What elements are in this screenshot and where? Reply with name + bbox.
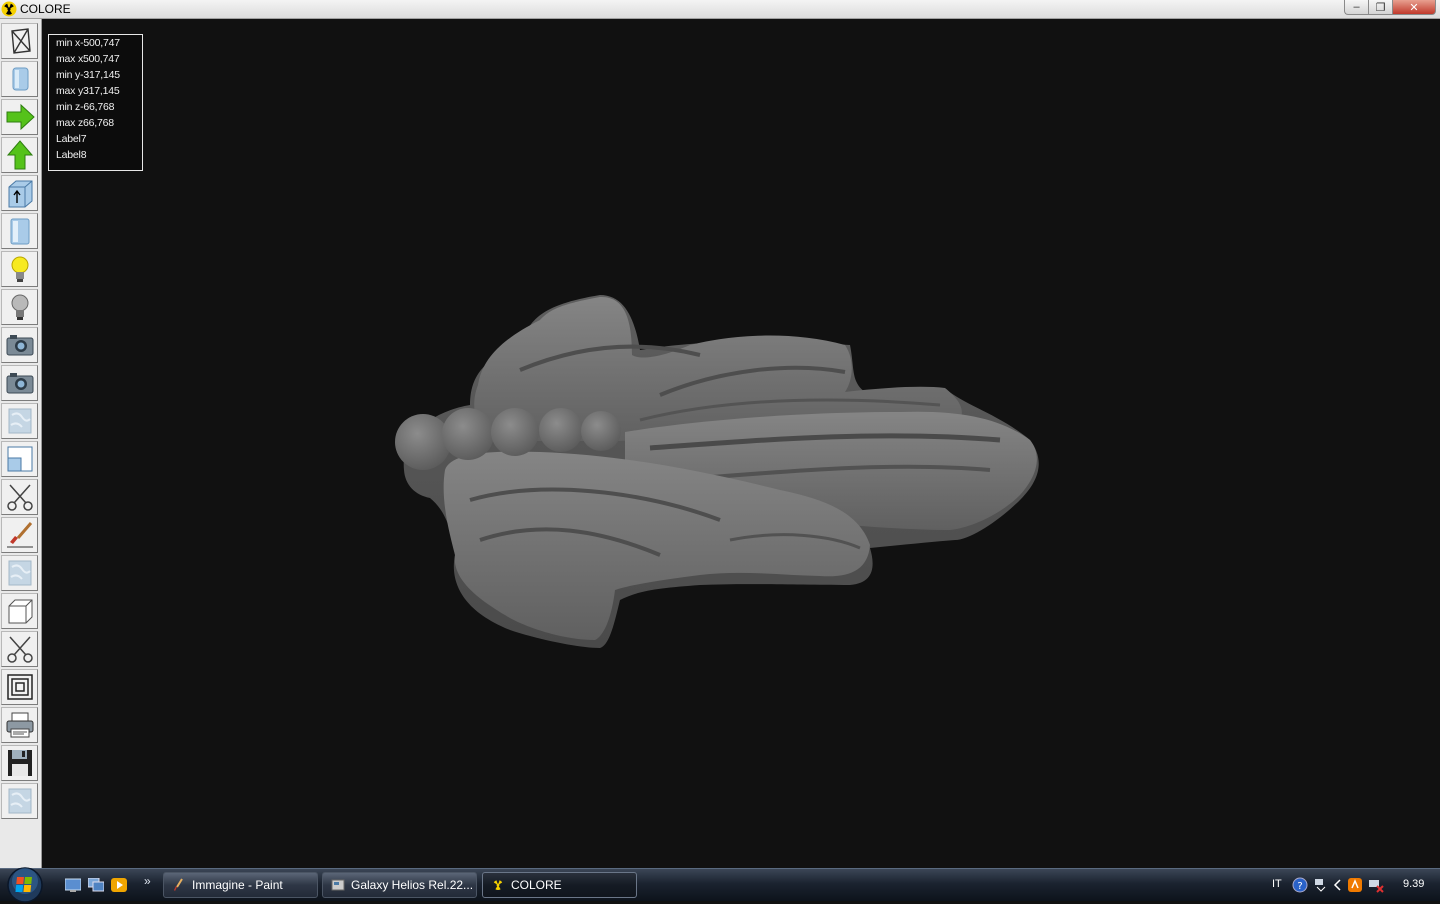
galaxy-icon [331, 879, 345, 891]
extrude-button[interactable] [1, 175, 38, 211]
task-label: Immagine - Paint [192, 878, 283, 892]
window-view-icon [7, 446, 32, 472]
scissors-icon [6, 636, 33, 663]
radiation-icon [1, 1, 17, 17]
min-y-label: min y-317,145 [56, 69, 120, 81]
task-paint[interactable]: Immagine - Paint [163, 872, 318, 898]
network-disconnected-icon[interactable] [1368, 877, 1384, 893]
min-z-label: min z-66,768 [56, 101, 115, 113]
move-right-button[interactable] [1, 99, 38, 135]
green-arrow-up-icon [6, 140, 33, 170]
camera-button[interactable] [1, 327, 38, 363]
camera-button-2[interactable] [1, 365, 38, 401]
label8: Label8 [56, 149, 87, 161]
light-on-button[interactable] [1, 251, 38, 287]
window-title: COLORE [20, 2, 71, 16]
lightbulb-off-icon [11, 294, 28, 320]
paintbrush-icon [6, 522, 33, 548]
radiation-icon [493, 880, 503, 890]
svg-text:?: ? [1297, 881, 1302, 892]
max-y-label: max y317,145 [56, 85, 120, 97]
label7: Label7 [56, 133, 87, 145]
lightbulb-on-icon [11, 256, 28, 282]
paint-icon [174, 878, 183, 891]
cut-button-2[interactable] [1, 631, 38, 667]
printer-icon [6, 712, 33, 738]
texture-button-2[interactable] [1, 555, 38, 591]
left-toolbar [0, 19, 42, 868]
network-icon[interactable] [1313, 877, 1329, 893]
minimize-button[interactable]: ‒ [1344, 0, 1368, 15]
box-button[interactable] [1, 593, 38, 629]
save-button[interactable] [1, 745, 38, 781]
print-button[interactable] [1, 707, 38, 743]
show-desktop-icon[interactable] [65, 878, 81, 892]
floppy-disk-icon [7, 750, 32, 776]
cylinder-blue-icon [10, 218, 29, 245]
wireframe-box-icon [10, 28, 31, 54]
texture-button[interactable] [1, 403, 38, 439]
switch-windows-icon[interactable] [88, 878, 104, 892]
max-z-label: max z66,768 [56, 117, 114, 129]
cube-arrow-icon [8, 180, 32, 208]
offset-button[interactable] [1, 669, 38, 705]
restore-icon: ❐ [1375, 1, 1386, 14]
show-hidden-icons-icon[interactable] [1330, 877, 1346, 893]
task-label: Galaxy Helios Rel.22... [351, 878, 474, 892]
help-icon[interactable]: ? [1292, 877, 1308, 893]
min-x-label: min x-500,747 [56, 37, 120, 49]
camera-icon [6, 335, 33, 356]
view-window-button[interactable] [1, 441, 38, 477]
system-tray: IT ? 9.39 [1260, 869, 1440, 901]
scissors-icon [6, 484, 33, 511]
light-off-button[interactable] [1, 289, 38, 325]
close-icon: ✕ [1409, 1, 1419, 14]
max-x-label: max x500,747 [56, 53, 120, 65]
quick-launch-more[interactable]: » [144, 874, 151, 888]
window-controls: ‒ ❐ ✕ [1344, 0, 1436, 16]
texture-button-3[interactable] [1, 783, 38, 819]
language-indicator[interactable]: IT [1272, 878, 1282, 890]
title-bar: COLORE ‒ ❐ ✕ [0, 0, 1440, 19]
media-player-icon[interactable] [111, 878, 127, 892]
cylinder-view-button[interactable] [1, 213, 38, 249]
task-label: COLORE [511, 878, 562, 892]
bounds-info-panel: min x-500,747 max x500,747 min y-317,145… [48, 34, 143, 171]
maximize-button[interactable]: ❐ [1368, 0, 1392, 15]
texture-icon [8, 788, 31, 814]
texture-icon [8, 408, 31, 434]
task-colore[interactable]: COLORE [482, 872, 637, 898]
move-up-button[interactable] [1, 137, 38, 173]
camera-icon [6, 373, 33, 394]
wireframe-button[interactable] [1, 23, 38, 59]
3d-viewport[interactable] [42, 19, 1440, 868]
cylinder-icon [12, 67, 28, 91]
close-button[interactable]: ✕ [1392, 0, 1436, 15]
clock[interactable]: 9.39 [1403, 878, 1424, 890]
start-button[interactable] [6, 866, 44, 904]
avast-icon[interactable] [1347, 877, 1363, 893]
concentric-squares-icon [6, 674, 33, 700]
minimize-icon: ‒ [1353, 1, 1360, 13]
cut-button[interactable] [1, 479, 38, 515]
task-galaxy-helios[interactable]: Galaxy Helios Rel.22... [322, 872, 477, 898]
texture-icon [8, 560, 31, 586]
box-icon [8, 599, 32, 624]
solid-view-button[interactable] [1, 61, 38, 97]
paint-button[interactable] [1, 517, 38, 553]
taskbar: » Immagine - Paint Galaxy Helios Rel.22.… [0, 866, 1440, 904]
green-arrow-right-icon [6, 103, 35, 131]
acanthus-leaf-model [395, 295, 1039, 648]
